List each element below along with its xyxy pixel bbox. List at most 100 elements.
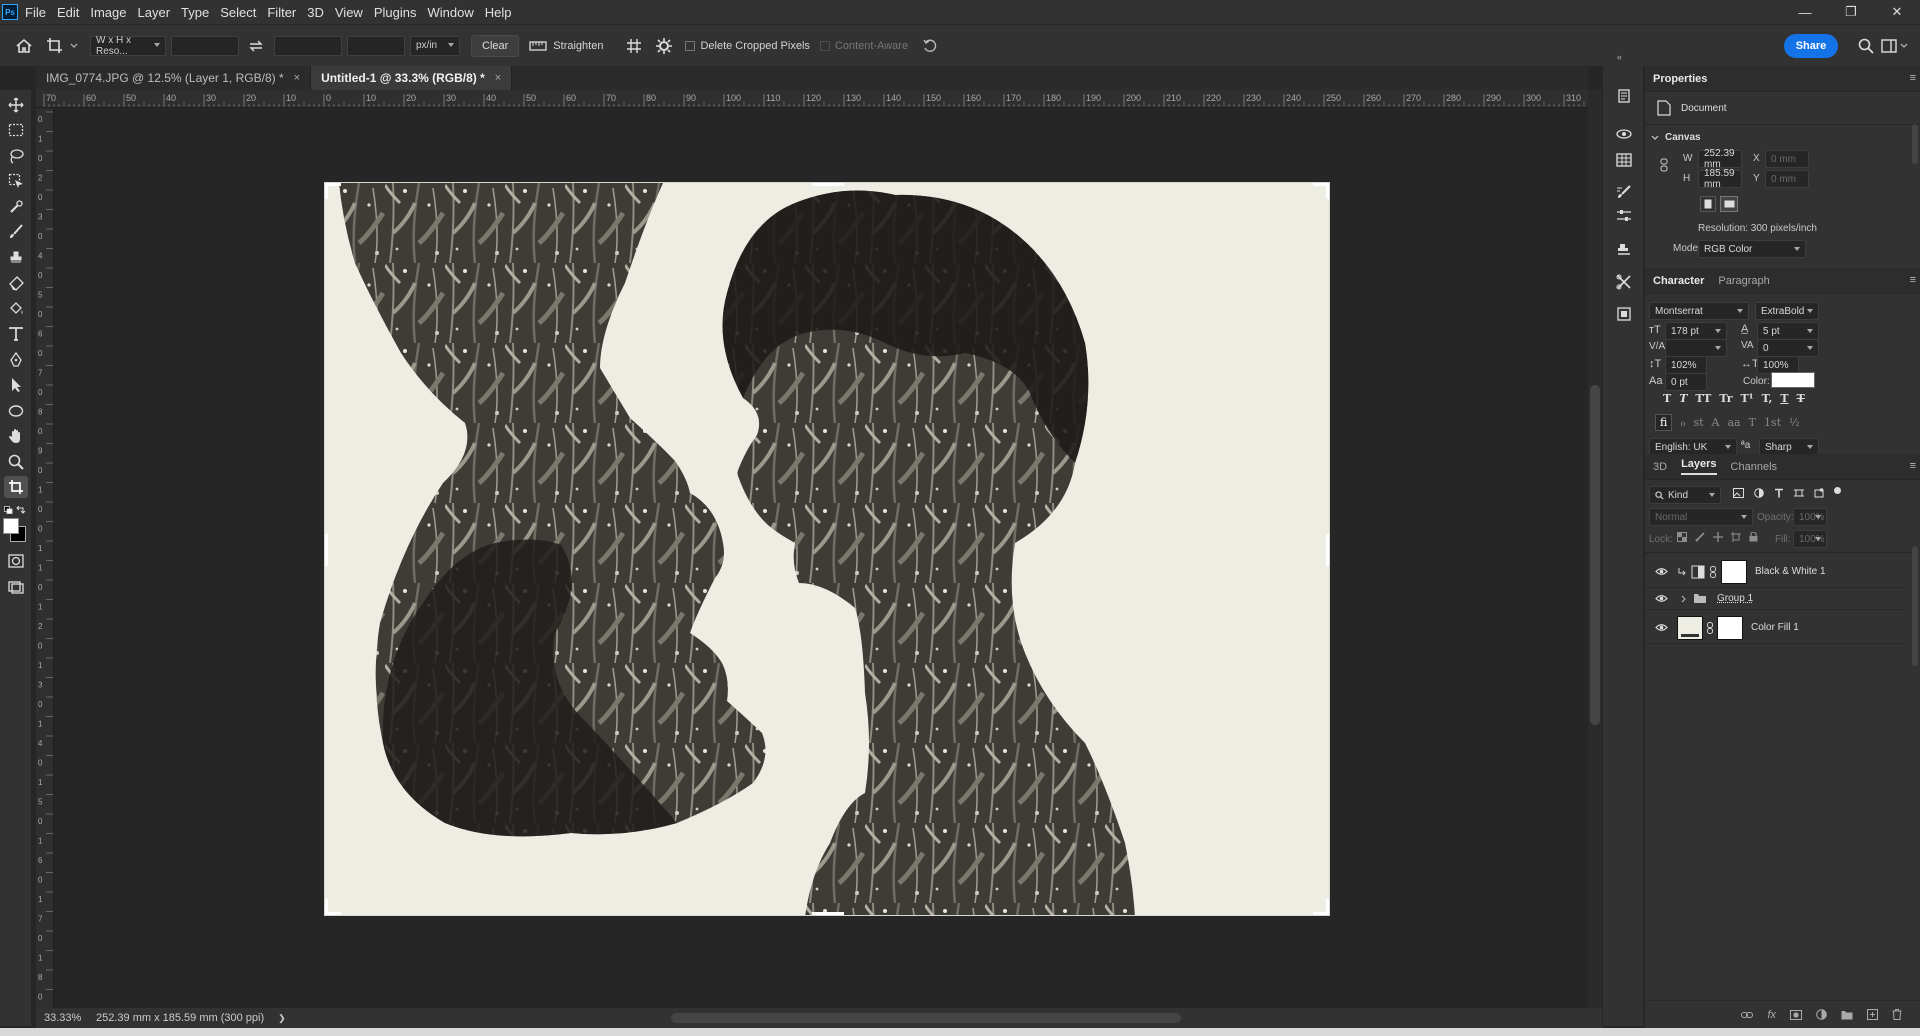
quick-mask-icon[interactable]: [4, 550, 28, 572]
clone-source-icon[interactable]: [1612, 238, 1636, 262]
trash-icon[interactable]: [1892, 1009, 1902, 1020]
table-panel-icon[interactable]: [1612, 148, 1636, 172]
all-caps-button[interactable]: TT: [1695, 392, 1711, 405]
crop-handle-top-left-v[interactable]: [325, 183, 328, 199]
font-style-select[interactable]: ExtraBold: [1755, 302, 1819, 320]
kerning-field[interactable]: [1665, 339, 1727, 357]
crop-handle-left[interactable]: [325, 534, 328, 566]
swap-colors-icon[interactable]: [16, 506, 26, 514]
close-window-button[interactable]: ✕: [1874, 0, 1920, 24]
crop-handle-bottom-left-v[interactable]: [325, 899, 328, 915]
adjustments-sliders-icon[interactable]: [1612, 204, 1636, 228]
eye-icon[interactable]: [1645, 623, 1677, 632]
foreground-color-swatch[interactable]: [3, 518, 19, 534]
layer-row-black-white[interactable]: Black & White 1: [1645, 556, 1907, 588]
menu-3d[interactable]: 3D: [307, 5, 324, 20]
lock-transparent-icon[interactable]: [1677, 532, 1687, 542]
strikethrough-button[interactable]: T: [1797, 392, 1805, 405]
overlay-grid-icon[interactable]: [619, 38, 649, 54]
link-icon[interactable]: [1741, 1011, 1754, 1019]
filter-smart-object-icon[interactable]: [1814, 488, 1824, 498]
blend-mode-select[interactable]: Normal: [1649, 508, 1753, 526]
discretionary-ligatures-button[interactable]: st: [1693, 416, 1703, 429]
path-selection-tool-icon[interactable]: [4, 374, 28, 396]
history-panel-icon[interactable]: [1612, 84, 1636, 108]
ordinals-button[interactable]: 1st: [1764, 416, 1781, 429]
layer-filter-kind-select[interactable]: Kind: [1649, 486, 1721, 504]
mask-link-icon[interactable]: [1707, 621, 1713, 634]
adjustment-icon[interactable]: [1816, 1009, 1827, 1020]
collapse-panels-icon[interactable]: «: [1617, 52, 1622, 62]
subscript-button[interactable]: T,: [1762, 392, 1773, 405]
default-colors-icon[interactable]: [4, 506, 13, 514]
canvas-height-field[interactable]: 185.59 mm: [1698, 168, 1742, 190]
swap-dimensions-icon[interactable]: [244, 40, 268, 52]
lasso-tool-icon[interactable]: [4, 145, 28, 167]
baseline-shift-field[interactable]: 0 pt: [1665, 373, 1707, 391]
mode-select[interactable]: RGB Color: [1698, 240, 1806, 258]
content-aware-checkbox[interactable]: Content-Aware: [819, 40, 908, 52]
crop-tool-preset-icon[interactable]: [42, 37, 82, 55]
object-selection-tool-icon[interactable]: [4, 170, 28, 192]
eye-icon[interactable]: [1645, 594, 1677, 603]
photoshop-logo[interactable]: Ps: [2, 4, 18, 20]
layer-name[interactable]: Group 1: [1717, 593, 1753, 604]
filter-shape-icon[interactable]: [1794, 488, 1804, 498]
workspace-switcher-icon[interactable]: [1881, 39, 1908, 53]
portrait-orientation-icon[interactable]: [1700, 196, 1716, 212]
tab-layers[interactable]: Layers: [1681, 458, 1717, 475]
color-fill-thumbnail[interactable]: [1677, 615, 1703, 640]
faux-italic-button[interactable]: T: [1679, 392, 1687, 405]
quick-selection-tool-icon[interactable]: [4, 196, 28, 218]
lock-image-icon[interactable]: [1695, 532, 1705, 542]
character-menu-icon[interactable]: ≡: [1910, 274, 1916, 286]
layer-row-group[interactable]: Group 1: [1645, 588, 1907, 610]
home-icon[interactable]: [6, 38, 42, 54]
type-tool-icon[interactable]: [4, 323, 28, 345]
tool-presets-icon[interactable]: [1612, 270, 1636, 294]
fractions-button[interactable]: ½: [1789, 416, 1800, 429]
properties-scrollbar-thumb[interactable]: [1912, 124, 1918, 164]
tab-paragraph[interactable]: Paragraph: [1718, 275, 1769, 287]
clear-button[interactable]: Clear: [471, 34, 520, 57]
menu-image[interactable]: Image: [90, 5, 126, 20]
paint-bucket-tool-icon[interactable]: [4, 298, 28, 320]
straighten-button[interactable]: Straighten: [529, 39, 603, 53]
layer-row-color-fill[interactable]: Color Fill 1: [1645, 612, 1907, 644]
ellipse-tool-icon[interactable]: [4, 400, 28, 422]
chevron-right-icon[interactable]: [1681, 595, 1687, 603]
layers-scrollbar-thumb[interactable]: [1912, 546, 1918, 666]
crop-tool-icon[interactable]: [4, 476, 28, 498]
canvas-section-toggle[interactable]: Canvas: [1651, 132, 1701, 143]
3d-panel-icon[interactable]: [1612, 122, 1636, 146]
delete-cropped-pixels-checkbox[interactable]: Delete Cropped Pixels: [685, 40, 810, 52]
crop-handle-top-right-v[interactable]: [1326, 183, 1329, 199]
brush-tool-icon[interactable]: [4, 221, 28, 243]
lock-position-icon[interactable]: [1713, 532, 1723, 542]
close-tab-icon[interactable]: ×: [294, 72, 300, 84]
lock-all-icon[interactable]: [1749, 532, 1758, 542]
titling-button[interactable]: T: [1749, 416, 1756, 429]
layer-mask-thumbnail[interactable]: [1721, 559, 1747, 584]
lock-artboard-icon[interactable]: [1731, 532, 1741, 542]
tab-3d[interactable]: 3D: [1653, 461, 1667, 473]
pen-tool-icon[interactable]: [4, 349, 28, 371]
canvas-width-field[interactable]: 252.39 mm: [1698, 148, 1742, 170]
crop-handle-right[interactable]: [1326, 534, 1329, 566]
filter-adjustment-icon[interactable]: [1754, 488, 1764, 498]
link-dimensions-icon[interactable]: [1659, 158, 1669, 172]
artboard-panel-icon[interactable]: [1612, 302, 1636, 326]
menu-type[interactable]: Type: [181, 5, 209, 20]
layer-name[interactable]: Black & White 1: [1755, 566, 1826, 577]
landscape-orientation-icon[interactable]: [1720, 196, 1738, 212]
menu-view[interactable]: View: [335, 5, 363, 20]
menu-edit[interactable]: Edit: [57, 5, 79, 20]
swash-button[interactable]: A: [1712, 416, 1720, 429]
font-family-select[interactable]: Montserrat: [1649, 302, 1749, 320]
vertical-scrollbar[interactable]: [1588, 90, 1602, 1008]
crop-handle-bottom[interactable]: [812, 912, 844, 915]
close-tab-icon[interactable]: ×: [495, 72, 501, 84]
eye-icon[interactable]: [1645, 567, 1677, 576]
old-style-button[interactable]: ℴ: [1680, 416, 1685, 429]
doc-tab-img0774[interactable]: IMG_0774.JPG @ 12.5% (Layer 1, RGB/8) * …: [36, 66, 312, 90]
